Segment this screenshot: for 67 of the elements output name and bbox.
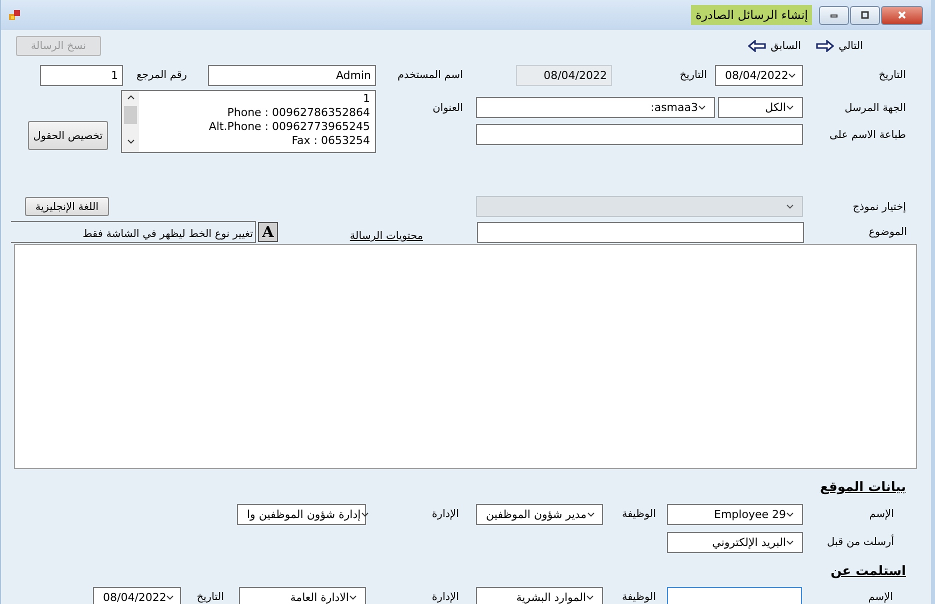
print-name-field[interactable] (476, 124, 803, 145)
address-list[interactable]: 1 Phone : 00962786352864 Alt.Phone : 00962773965245 Fax : 0653254 (121, 90, 376, 153)
window-title: إنشاء الرسائل الصادرة (691, 5, 812, 25)
sent-by-label: أرسلت من قبل (826, 536, 894, 548)
section-title: استلمت عن (830, 564, 906, 581)
scrollbar[interactable] (122, 91, 139, 152)
department-dropdown[interactable]: إدارة شؤون الموظفين وا (237, 504, 366, 524)
department-label: الإدارة (430, 508, 459, 520)
name-label: الإسم (867, 591, 893, 603)
caret-icon (786, 105, 794, 110)
name-label: الإسم (868, 508, 894, 520)
date-label: التاريخ (678, 69, 707, 81)
name-field[interactable] (667, 586, 802, 604)
subject-field[interactable] (477, 222, 804, 242)
username-label: اسم المستخدم (396, 69, 463, 81)
caret-icon (360, 512, 369, 516)
job-dropdown[interactable]: مدير شؤون الموظفين (476, 504, 603, 524)
address-line: Fax : 0653254 (290, 134, 370, 148)
department-dropdown[interactable]: الادارة العامة (239, 586, 366, 604)
caret-icon (586, 594, 594, 600)
caret-icon (166, 594, 174, 600)
address-line: 1 (362, 92, 370, 106)
previous-button[interactable]: السابق (746, 40, 801, 52)
reference-number-label: رقم المرجع (138, 69, 187, 81)
caret-icon (786, 512, 794, 516)
maximize-icon (860, 11, 870, 19)
font-note: تغيير نوع الخط ليظهر في الشاشة فقط (11, 221, 256, 243)
message-contents-link[interactable]: محتويات الرسالة (349, 222, 423, 242)
app-icon (9, 9, 21, 21)
next-button[interactable]: التالي (813, 40, 863, 52)
name-dropdown[interactable]: Employee 29 (667, 504, 803, 524)
template-label: إختيار نموذج (852, 200, 906, 212)
print-name-label: طباعة الاسم على (828, 128, 906, 140)
close-icon (897, 11, 907, 19)
section-title: بيانات الموقع (820, 480, 906, 497)
caret-icon (586, 512, 595, 516)
subject-label: الموضوع (868, 226, 907, 238)
date-dropdown[interactable]: 08/04/2022 (715, 64, 803, 86)
minimize-button[interactable] (819, 6, 849, 24)
date-label: التاريخ (878, 69, 906, 81)
close-button[interactable] (881, 6, 923, 24)
arrow-icon (748, 40, 766, 52)
address-line: Alt.Phone : 00962773965245 (208, 120, 370, 134)
sent-by-dropdown[interactable]: البريد الإلكتروني (667, 532, 803, 552)
arrow-icon (816, 40, 834, 52)
job-dropdown[interactable]: الموارد البشرية (476, 586, 603, 604)
reference-number-field[interactable]: 1 (40, 64, 123, 86)
caret-icon (349, 594, 357, 600)
customize-fields-button[interactable]: تخصيص الحقول (28, 121, 108, 150)
date-field[interactable]: 08/04/2022 (516, 64, 612, 86)
date-label: التاريخ (197, 591, 224, 603)
job-label: الوظيفة (623, 508, 656, 520)
caret-icon (698, 105, 706, 110)
caret-icon (786, 204, 794, 209)
address-label: العنوان (432, 102, 463, 114)
filter-dropdown[interactable]: الكل (718, 97, 803, 118)
username-field[interactable]: Admin (208, 64, 376, 86)
date-dropdown[interactable]: 08/04/2022 (93, 586, 181, 604)
department-label: الإدارة (430, 591, 459, 603)
caret-icon (788, 72, 796, 78)
font-button[interactable]: A (258, 222, 278, 242)
job-label: الوظيفة (623, 591, 656, 603)
maximize-button[interactable] (850, 6, 880, 24)
sender-label: الجهة المرسل (844, 102, 906, 114)
contact-dropdown[interactable]: asmaa3: (476, 97, 715, 118)
address-line: Phone : 00962786352864 (226, 106, 370, 120)
caret-icon (786, 540, 794, 544)
